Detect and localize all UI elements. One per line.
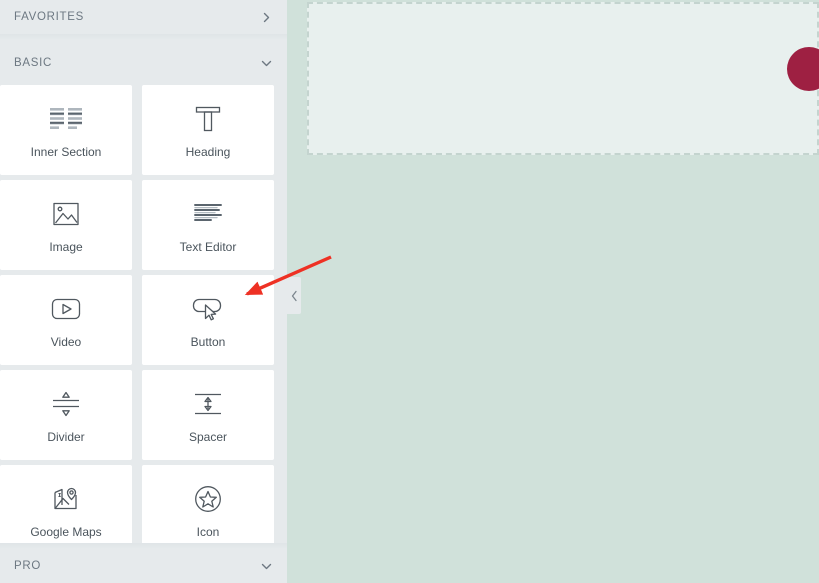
widget-label: Button <box>190 335 226 349</box>
widget-text-editor[interactable]: Text Editor <box>142 180 274 270</box>
inner-section-icon <box>49 102 83 136</box>
widget-spacer[interactable]: Spacer <box>142 370 274 460</box>
widget-divider[interactable]: Divider <box>0 370 132 460</box>
widget-label: Inner Section <box>30 145 102 159</box>
widget-image[interactable]: Image <box>0 180 132 270</box>
chevron-down-icon <box>259 559 273 573</box>
panel-section-basic[interactable]: BASIC <box>0 46 287 80</box>
widget-inner-section[interactable]: Inner Section <box>0 85 132 175</box>
widget-label: Video <box>50 335 82 349</box>
widget-label: Divider <box>47 430 85 444</box>
widgets-panel: FAVORITES BASIC Inner Section Heading Im… <box>0 0 287 583</box>
spacer-icon <box>193 387 223 421</box>
widget-label: Google Maps <box>30 525 102 539</box>
widget-video[interactable]: Video <box>0 275 132 365</box>
widget-row: Inner Section Heading <box>0 85 287 175</box>
widget-row: Google Maps Icon <box>0 465 287 555</box>
image-icon <box>52 197 80 231</box>
widget-label: Text Editor <box>179 240 237 254</box>
widget-heading[interactable]: Heading <box>142 85 274 175</box>
divider-icon <box>51 387 81 421</box>
widget-label: Spacer <box>188 430 228 444</box>
panel-section-pro-title: PRO <box>14 560 42 572</box>
panel-section-favorites[interactable]: FAVORITES <box>0 0 287 34</box>
avatar <box>787 47 819 91</box>
video-icon <box>51 292 81 326</box>
chevron-down-icon <box>259 56 273 70</box>
panel-section-pro[interactable]: PRO <box>0 549 287 583</box>
widget-label: Image <box>49 240 83 254</box>
widget-button[interactable]: Button <box>142 275 274 365</box>
panel-section-basic-title: BASIC <box>14 57 53 69</box>
star-icon <box>194 482 222 516</box>
widget-label: Heading <box>185 145 231 159</box>
canvas-drop-section[interactable]: Di <box>307 2 819 155</box>
widget-row: Video Button <box>0 275 287 365</box>
heading-icon <box>193 102 223 136</box>
button-icon <box>192 292 224 326</box>
google-maps-icon <box>52 482 80 516</box>
widget-row: Image Text Editor <box>0 180 287 270</box>
text-editor-icon <box>193 197 223 231</box>
widget-row: Divider Spacer <box>0 370 287 460</box>
editor-canvas[interactable]: Di <box>287 0 819 583</box>
panel-section-favorites-title: FAVORITES <box>14 11 84 23</box>
chevron-right-icon <box>259 10 273 24</box>
panel-collapse-button[interactable] <box>287 277 301 314</box>
widget-icon[interactable]: Icon <box>142 465 274 555</box>
chevron-left-icon <box>291 290 297 301</box>
widget-label: Icon <box>196 525 220 539</box>
widget-grid: Inner Section Heading Image Text Editor … <box>0 85 287 560</box>
widget-google-maps[interactable]: Google Maps <box>0 465 132 555</box>
section-divider <box>0 34 287 40</box>
